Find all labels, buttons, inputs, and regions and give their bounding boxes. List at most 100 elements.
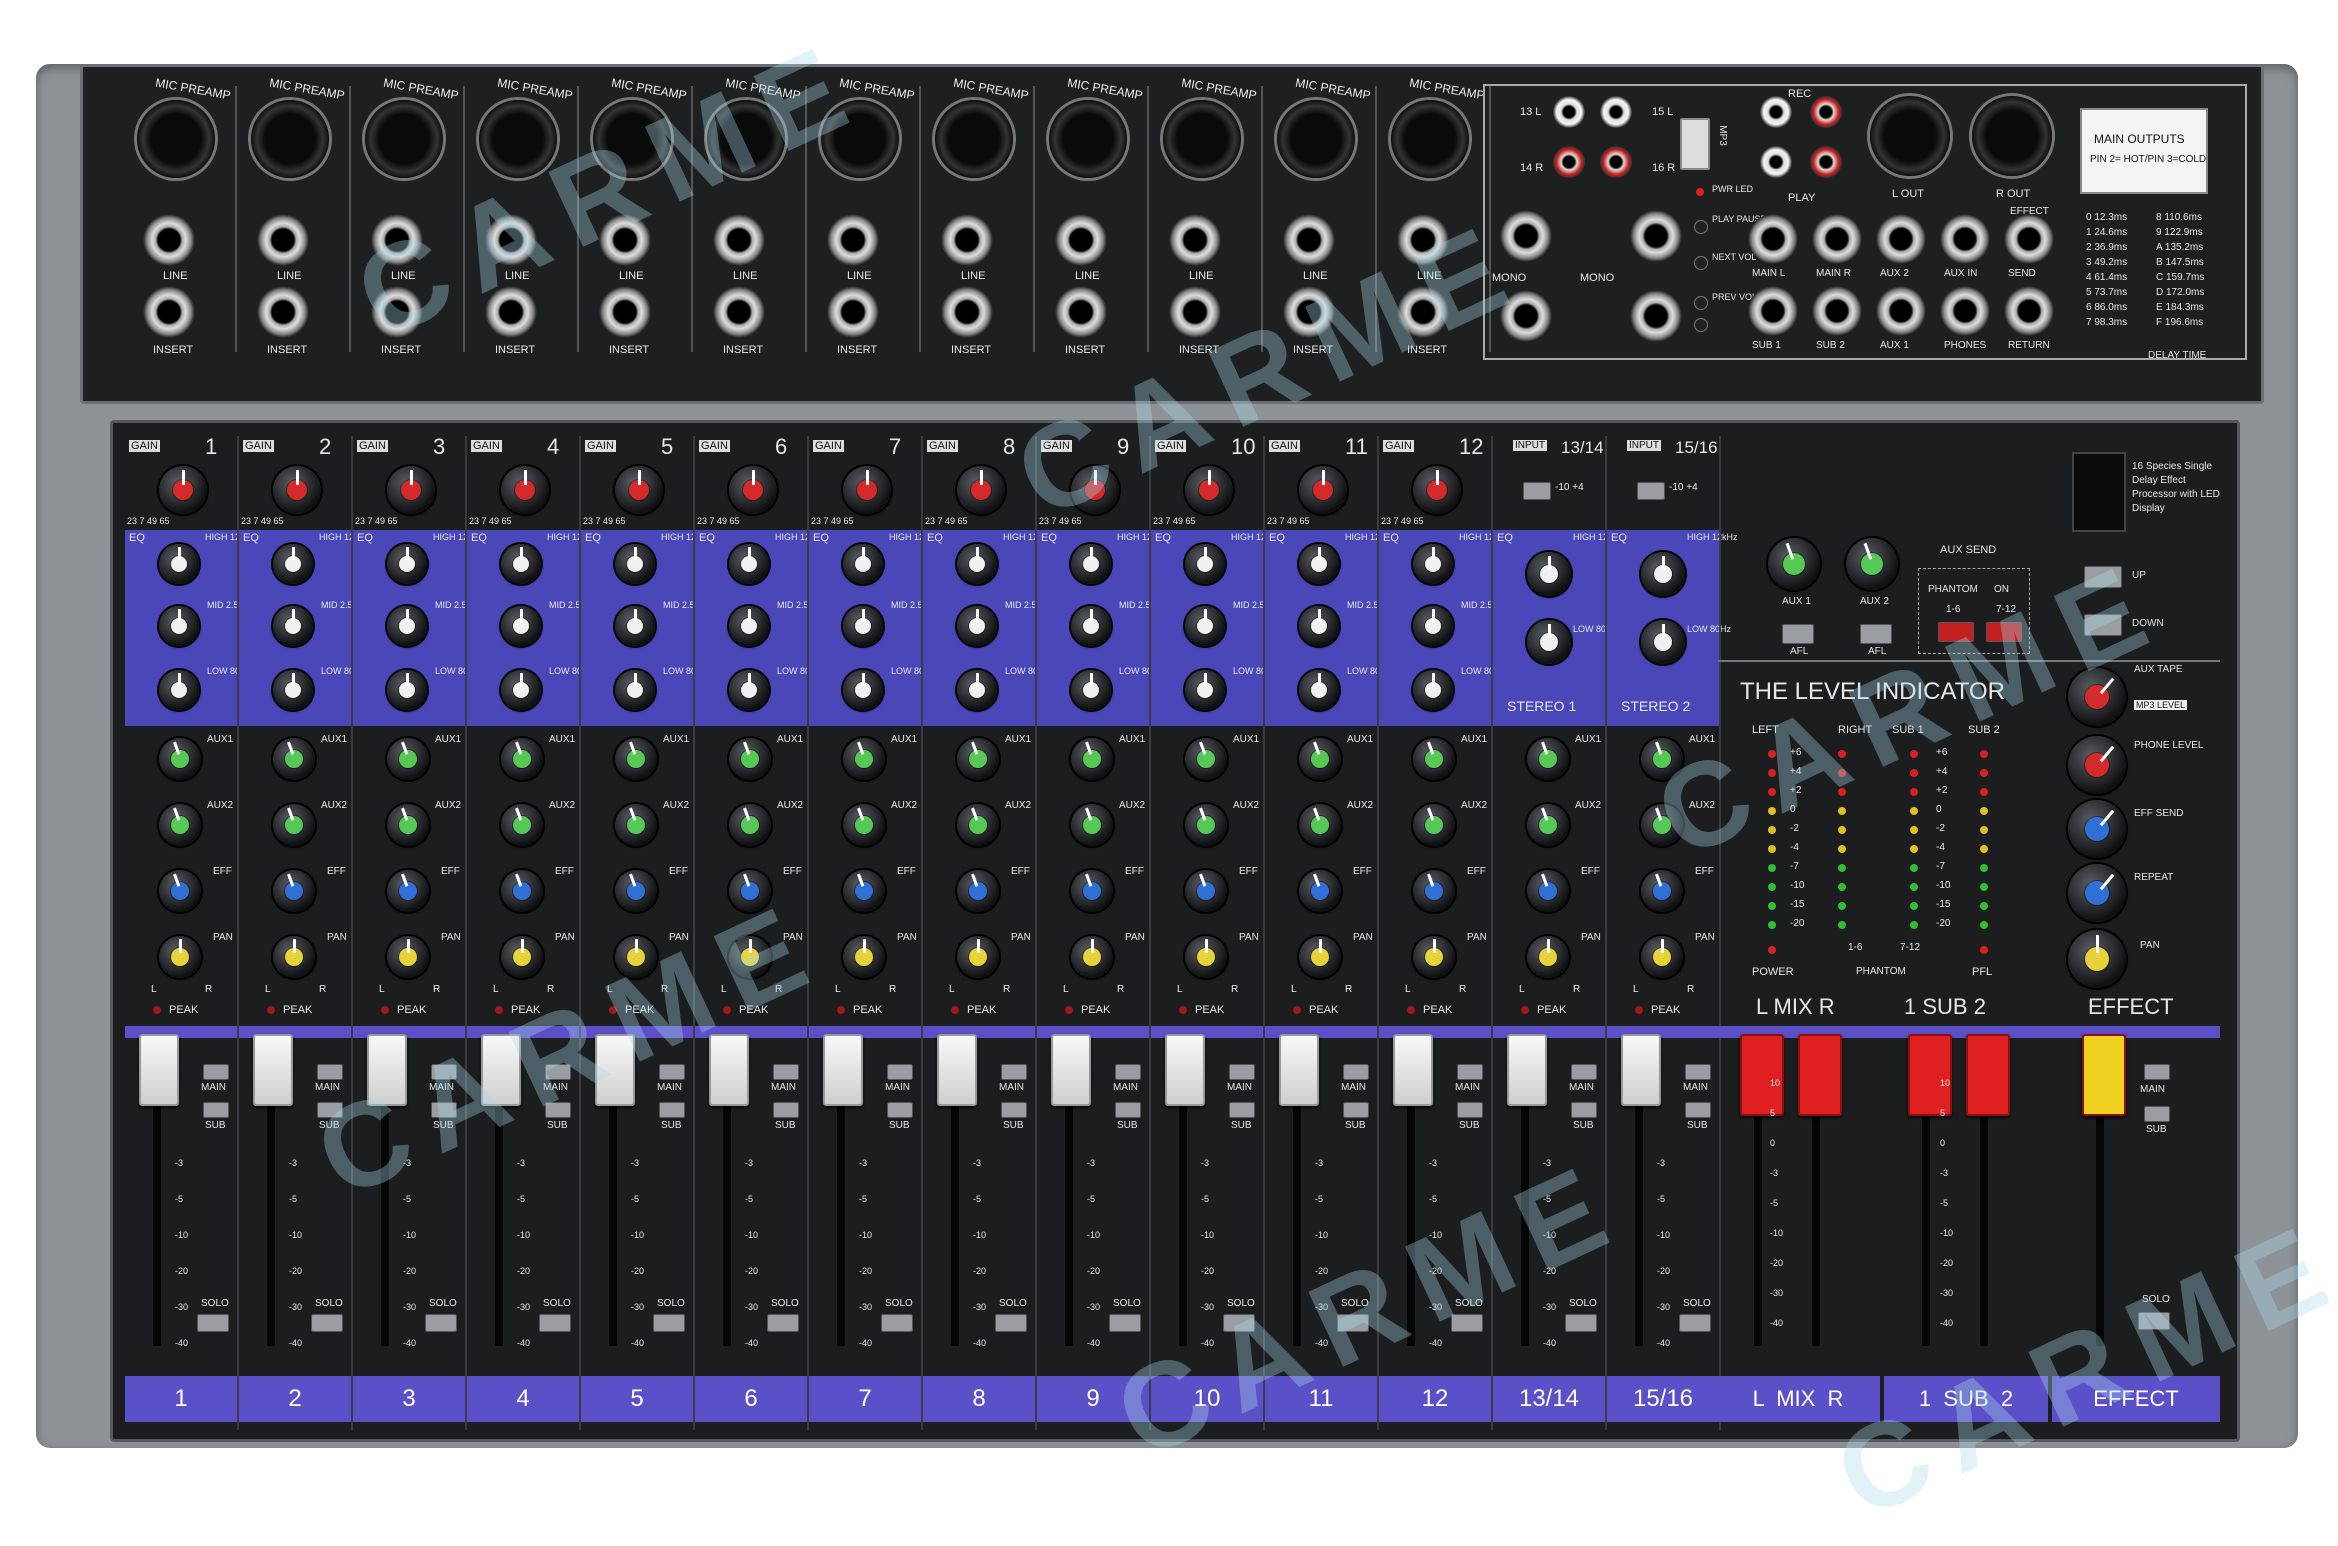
channel-fader[interactable] [481,1034,521,1106]
pan-knob[interactable] [1071,936,1113,978]
eq-low-knob[interactable] [387,670,427,710]
eff-knob[interactable] [501,870,543,912]
rec-play-rca-jack[interactable] [1760,96,1792,128]
channel-fader[interactable] [1393,1034,1433,1106]
gain-knob[interactable] [1413,466,1461,514]
line-input-jack[interactable] [713,214,765,266]
pan-knob[interactable] [1641,936,1683,978]
sub-assign-button[interactable] [1001,1102,1027,1118]
xlr-input-jack[interactable] [1391,100,1469,178]
mp3-button[interactable] [1694,220,1708,234]
eq-low-knob[interactable] [729,670,769,710]
eff-knob[interactable] [957,870,999,912]
aux2-knob[interactable] [387,804,429,846]
trim-switch[interactable] [1637,482,1665,500]
channel-fader[interactable] [595,1034,635,1106]
master-fader[interactable] [1740,1034,1784,1116]
aux1-knob[interactable] [273,738,315,780]
insert-jack[interactable] [143,286,195,338]
solo-button[interactable] [1337,1314,1369,1332]
pan-knob[interactable] [1299,936,1341,978]
gain-knob[interactable] [1185,466,1233,514]
eff-knob[interactable] [729,870,771,912]
eq-mid-knob[interactable] [843,606,883,646]
eff-knob[interactable] [273,870,315,912]
trim-switch[interactable] [1523,482,1551,500]
insert-jack[interactable] [827,286,879,338]
output-jack-upper[interactable] [2004,214,2054,264]
insert-jack[interactable] [1055,286,1107,338]
eff-knob[interactable] [615,870,657,912]
phone-level-knob[interactable] [2068,736,2126,794]
eq-high-knob[interactable] [615,544,655,584]
channel-fader[interactable] [1165,1034,1205,1106]
mono-stereo-jack[interactable] [1500,210,1552,262]
sub-assign-button[interactable] [773,1102,799,1118]
main-assign-button[interactable] [203,1064,229,1080]
eq-high-knob[interactable] [729,544,769,584]
line-input-jack[interactable] [1397,214,1449,266]
rca-input-jack[interactable] [1600,96,1632,128]
output-jack-lower[interactable] [1748,286,1798,336]
channel-fader[interactable] [367,1034,407,1106]
gain-knob[interactable] [843,466,891,514]
sub-assign-button[interactable] [1457,1102,1483,1118]
insert-jack[interactable] [941,286,993,338]
main-assign-button[interactable] [1571,1064,1597,1080]
aux2-knob[interactable] [957,804,999,846]
insert-jack[interactable] [1283,286,1335,338]
aux1-knob[interactable] [1071,738,1113,780]
insert-jack[interactable] [713,286,765,338]
main-assign-button[interactable] [545,1064,571,1080]
eq-high-knob[interactable] [273,544,313,584]
effect-main-button[interactable] [2144,1064,2170,1080]
line-input-jack[interactable] [599,214,651,266]
insert-jack[interactable] [371,286,423,338]
mp3-button[interactable] [1694,256,1708,270]
line-input-jack[interactable] [485,214,537,266]
eff-knob[interactable] [1071,870,1113,912]
phantom-7-12-button[interactable] [1986,622,2022,642]
solo-button[interactable] [653,1314,685,1332]
gain-knob[interactable] [729,466,777,514]
gain-knob[interactable] [615,466,663,514]
mp3-button[interactable] [1694,296,1708,310]
line-input-jack[interactable] [143,214,195,266]
output-jack-upper[interactable] [1748,214,1798,264]
rca-input-jack[interactable] [1600,146,1632,178]
eq-mid-knob[interactable] [729,606,769,646]
main-assign-button[interactable] [1229,1064,1255,1080]
eff-knob[interactable] [159,870,201,912]
eff-knob[interactable] [843,870,885,912]
aux2-knob[interactable] [1413,804,1455,846]
eq-mid-knob[interactable] [957,606,997,646]
aux1-knob[interactable] [957,738,999,780]
gain-knob[interactable] [273,466,321,514]
output-jack-lower[interactable] [1940,286,1990,336]
output-jack-lower[interactable] [1876,286,1926,336]
eq-mid-knob[interactable] [387,606,427,646]
eff-knob[interactable] [1185,870,1227,912]
sub-assign-button[interactable] [1229,1102,1255,1118]
aux2-knob[interactable] [159,804,201,846]
aux1-knob[interactable] [1413,738,1455,780]
solo-button[interactable] [1565,1314,1597,1332]
aux1-knob[interactable] [1299,738,1341,780]
main-assign-button[interactable] [1343,1064,1369,1080]
solo-button[interactable] [1451,1314,1483,1332]
channel-fader[interactable] [709,1034,749,1106]
main-assign-button[interactable] [1115,1064,1141,1080]
eq-high-knob[interactable] [1299,544,1339,584]
aux-tape-knob[interactable] [2068,668,2126,726]
eq-high-knob[interactable] [1641,552,1685,596]
sub-assign-button[interactable] [887,1102,913,1118]
eq-high-knob[interactable] [1185,544,1225,584]
channel-fader[interactable] [139,1034,179,1106]
eff-knob[interactable] [1527,870,1569,912]
usb-port[interactable] [1680,118,1710,170]
main-assign-button[interactable] [431,1064,457,1080]
eff-knob[interactable] [1641,870,1683,912]
solo-button[interactable] [197,1314,229,1332]
xlr-input-jack[interactable] [821,100,899,178]
rec-play-rca-jack[interactable] [1810,96,1842,128]
